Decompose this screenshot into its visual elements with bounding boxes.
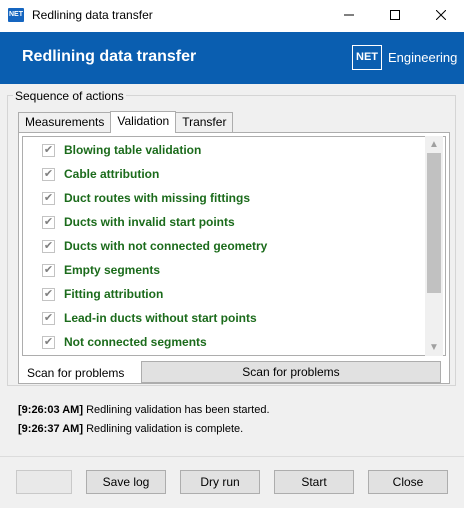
check-icon: ✔: [43, 287, 54, 300]
log-panel: [9:26:03 AM] Redlining validation has be…: [18, 403, 448, 441]
checklist-scrollbar[interactable]: ▲ ▼: [425, 136, 443, 356]
banner-title: Redlining data transfer: [22, 48, 197, 65]
log-entry: [9:26:03 AM] Redlining validation has be…: [18, 403, 448, 422]
check-icon: ✔: [43, 239, 54, 252]
list-item[interactable]: ✔ Fitting attribution: [23, 282, 163, 306]
list-item-label: Not connected segments: [64, 335, 207, 349]
log-message: Redlining validation is complete.: [86, 423, 244, 435]
checkbox[interactable]: ✔: [42, 191, 55, 205]
app-icon: NET: [8, 8, 24, 22]
list-item[interactable]: ✔ Cable attribution: [23, 162, 159, 186]
check-icon: ✔: [43, 215, 54, 228]
check-icon: ✔: [43, 143, 54, 156]
checkbox[interactable]: ✔: [42, 311, 55, 325]
scan-label: Scan for problems: [27, 366, 125, 380]
log-message: Redlining validation has been started.: [86, 404, 270, 416]
start-button[interactable]: Start: [274, 470, 354, 494]
check-icon: ✔: [43, 311, 54, 324]
list-item[interactable]: ✔ Blowing table validation: [23, 138, 201, 162]
list-item[interactable]: ✔ Duct routes with missing fittings: [23, 186, 250, 210]
close-window-button[interactable]: [418, 0, 464, 30]
list-item-label: Fitting attribution: [64, 287, 164, 301]
log-entry: [9:26:37 AM] Redlining validation is com…: [18, 422, 448, 441]
list-item[interactable]: ✔ Ducts with not connected geometry: [23, 234, 267, 258]
tab-transfer[interactable]: Transfer: [175, 112, 234, 132]
scan-for-problems-button[interactable]: Scan for problems: [141, 361, 441, 383]
scroll-down-icon[interactable]: ▼: [425, 339, 443, 356]
checkbox[interactable]: ✔: [42, 335, 55, 349]
logo-text: Engineering: [388, 50, 458, 65]
checkbox[interactable]: ✔: [42, 215, 55, 229]
list-item-label: Empty segments: [64, 263, 161, 277]
checkbox[interactable]: ✔: [42, 263, 55, 277]
checkbox[interactable]: ✔: [42, 239, 55, 253]
dry-run-button[interactable]: Dry run: [180, 470, 260, 494]
company-logo: NET Engineering: [352, 45, 457, 70]
list-item-label: Duct routes with missing fittings: [64, 191, 251, 205]
scroll-up-icon[interactable]: ▲: [425, 136, 443, 153]
check-icon: ✔: [43, 167, 54, 180]
save-log-button[interactable]: Save log: [86, 470, 166, 494]
logo-box: NET: [352, 45, 382, 70]
tab-measurements[interactable]: Measurements: [18, 112, 112, 132]
check-icon: ✔: [43, 191, 54, 204]
blank-button[interactable]: [16, 470, 72, 494]
checkbox[interactable]: ✔: [42, 287, 55, 301]
tab-validation[interactable]: Validation: [110, 111, 177, 133]
check-icon: ✔: [43, 263, 54, 276]
list-item[interactable]: ✔ Empty segments: [23, 258, 160, 282]
header-banner: Redlining data transfer NET Engineering: [0, 32, 464, 84]
list-item-label: Blowing table validation: [64, 143, 202, 157]
tab-strip: Measurements Validation Transfer: [18, 111, 234, 133]
list-item-label: Lead-in ducts without start points: [64, 311, 257, 325]
list-item[interactable]: ✔ Ducts with invalid start points: [23, 210, 235, 234]
checkbox[interactable]: ✔: [42, 167, 55, 181]
list-item[interactable]: ✔ Lead-in ducts without start points: [23, 306, 257, 330]
log-timestamp: [9:26:03 AM]: [18, 404, 83, 416]
checkbox[interactable]: ✔: [42, 143, 55, 157]
minimize-icon: [344, 14, 354, 16]
check-icon: ✔: [43, 335, 54, 348]
scrollbar-thumb[interactable]: [427, 153, 441, 293]
maximize-icon: [390, 10, 400, 20]
close-button[interactable]: Close: [368, 470, 448, 494]
minimize-button[interactable]: [326, 0, 372, 30]
sequence-group-label: Sequence of actions: [13, 89, 126, 103]
list-item-label: Cable attribution: [64, 167, 160, 181]
list-item[interactable]: ✔ Not connected segments: [23, 330, 207, 354]
close-icon: [436, 10, 446, 20]
title-bar: NET Redlining data transfer: [0, 0, 464, 32]
validation-checklist[interactable]: ✔ Blowing table validation ✔ Cable attri…: [22, 136, 446, 356]
maximize-button[interactable]: [372, 0, 418, 30]
list-item-label: Ducts with invalid start points: [64, 215, 235, 229]
log-timestamp: [9:26:37 AM]: [18, 423, 83, 435]
list-item-label: Ducts with not connected geometry: [64, 239, 268, 253]
window-title: Redlining data transfer: [32, 8, 153, 22]
